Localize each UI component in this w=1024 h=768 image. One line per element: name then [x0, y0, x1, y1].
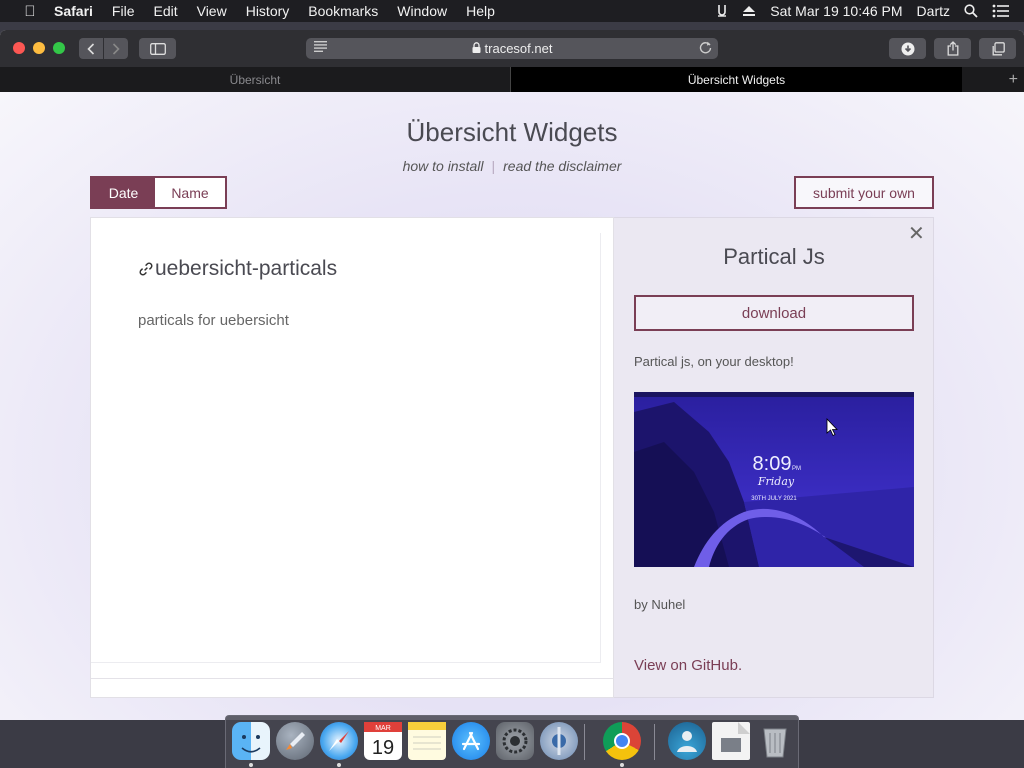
address-bar[interactable]: tracesof.net: [306, 38, 718, 59]
widget-screenshot: 8:09 PM Friday 30TH JULY 2021: [634, 392, 914, 567]
preview-date: 30TH JULY 2021: [751, 496, 797, 502]
dock: MAR 19: [225, 715, 799, 768]
safari-icon[interactable]: [320, 722, 358, 760]
tab-uebersicht[interactable]: Übersicht: [0, 67, 511, 92]
preview-ampm: PM: [792, 466, 801, 472]
finder-running-indicator: [249, 763, 253, 767]
browser-toolbar: tracesof.net: [0, 30, 1024, 67]
back-button[interactable]: [79, 38, 103, 59]
link-icon: [139, 262, 153, 276]
forward-button[interactable]: [104, 38, 128, 59]
dock-separator-2: [654, 724, 655, 760]
chrome-icon[interactable]: [603, 722, 641, 760]
web-content: Übersicht Widgets how to install | read th…: [0, 92, 1024, 720]
sort-by-date-button[interactable]: Date: [92, 178, 155, 207]
menu-file[interactable]: File: [112, 3, 135, 19]
tab-bar: Übersicht Übersicht Widgets +: [0, 67, 1024, 92]
menu-user[interactable]: Dartz: [917, 3, 950, 19]
menu-view[interactable]: View: [197, 3, 227, 19]
url-text: tracesof.net: [484, 41, 553, 56]
menu-edit[interactable]: Edit: [153, 3, 177, 19]
notification-center-icon[interactable]: [992, 4, 1010, 18]
disclaimer-link[interactable]: read the disclaimer: [503, 158, 621, 174]
widget-description: particals for uebersicht: [138, 312, 289, 329]
fullscreen-window-button[interactable]: [53, 42, 65, 54]
finder-icon[interactable]: [232, 722, 270, 760]
sidebar-icon: [149, 42, 166, 55]
menu-bar:  Safari File Edit View History Bookmark…: [0, 0, 1024, 22]
apple-menu-icon[interactable]: : [20, 3, 40, 20]
menu-bookmarks[interactable]: Bookmarks: [308, 3, 378, 19]
widget-author: by Nuhel: [634, 597, 686, 612]
calendar-month: MAR: [375, 725, 391, 732]
widget-card-title[interactable]: uebersicht-particals: [138, 257, 337, 281]
chevron-right-icon: [112, 42, 120, 55]
reader-view-icon[interactable]: [314, 41, 327, 55]
chevron-left-icon: [87, 42, 95, 55]
lock-icon: [472, 41, 481, 56]
calendar-day: 19: [372, 737, 394, 759]
menu-window[interactable]: Window: [397, 3, 447, 19]
chrome-running-indicator: [620, 763, 624, 767]
tab-uebersicht-widgets[interactable]: Übersicht Widgets: [511, 67, 962, 92]
sort-by-name-button[interactable]: Name: [155, 178, 225, 207]
show-sidebar-button[interactable]: [139, 38, 176, 59]
dock-separator: [584, 724, 585, 760]
menu-bar-extras: Sat Mar 19 10:46 PM Dartz: [716, 0, 1024, 22]
downloads-button[interactable]: [889, 38, 926, 59]
spotlight-search-icon[interactable]: [964, 4, 978, 18]
launchpad-icon[interactable]: [276, 722, 314, 760]
download-icon: [901, 42, 914, 55]
widget-name: uebersicht-particals: [155, 257, 338, 280]
close-window-button[interactable]: [13, 42, 25, 54]
menu-help[interactable]: Help: [466, 3, 495, 19]
sort-toggle: Date Name: [90, 176, 227, 209]
safari-running-indicator: [337, 763, 341, 767]
detail-description: Partical js, on your desktop!: [634, 354, 794, 369]
widget-detail-panel: ✕ Partical Js download Partical js, on y…: [614, 217, 934, 698]
reload-icon[interactable]: [699, 40, 712, 57]
notes-icon[interactable]: [408, 722, 446, 760]
menu-app-safari[interactable]: Safari: [54, 3, 93, 19]
new-tab-button[interactable]: +: [962, 67, 1024, 92]
widget-card[interactable]: uebersicht-particals particals for ueber…: [91, 233, 601, 663]
share-icon: [947, 41, 958, 56]
minimize-window-button[interactable]: [33, 42, 45, 54]
tabs-overview-icon: [992, 41, 1005, 55]
widget-list-panel: uebersicht-particals particals for ueber…: [90, 217, 615, 698]
safari-window: tracesof.net Übersicht Übersicht Widgets…: [0, 30, 1024, 720]
disk-utility-icon[interactable]: [540, 722, 578, 760]
submit-your-own-button[interactable]: submit your own: [794, 176, 934, 209]
menu-clock[interactable]: Sat Mar 19 10:46 PM: [770, 3, 902, 19]
list-divider: [91, 678, 615, 679]
trash-icon[interactable]: [756, 722, 794, 760]
detail-title: Partical Js: [723, 244, 825, 269]
eject-icon[interactable]: [742, 5, 756, 17]
view-on-github-link[interactable]: View on GitHub.: [634, 657, 742, 674]
preview-day: Friday: [757, 475, 795, 488]
system-preferences-icon[interactable]: [496, 722, 534, 760]
show-all-tabs-button[interactable]: [979, 38, 1016, 59]
link-separator: |: [491, 158, 496, 174]
migration-icon[interactable]: [668, 722, 706, 760]
share-button[interactable]: [934, 38, 971, 59]
preview-time: 8:09: [753, 453, 792, 475]
page-links: how to install | read the disclaimer: [0, 158, 1024, 174]
menu-history[interactable]: History: [246, 3, 290, 19]
app-store-icon[interactable]: [452, 722, 490, 760]
page-title: Übersicht Widgets: [406, 117, 618, 147]
how-to-install-link[interactable]: how to install: [403, 158, 484, 174]
preview-file-icon[interactable]: [712, 722, 750, 760]
close-detail-button[interactable]: ✕: [908, 224, 925, 244]
calendar-icon[interactable]: MAR 19: [364, 722, 402, 760]
input-method-icon[interactable]: [716, 4, 728, 18]
download-button[interactable]: download: [634, 295, 914, 331]
